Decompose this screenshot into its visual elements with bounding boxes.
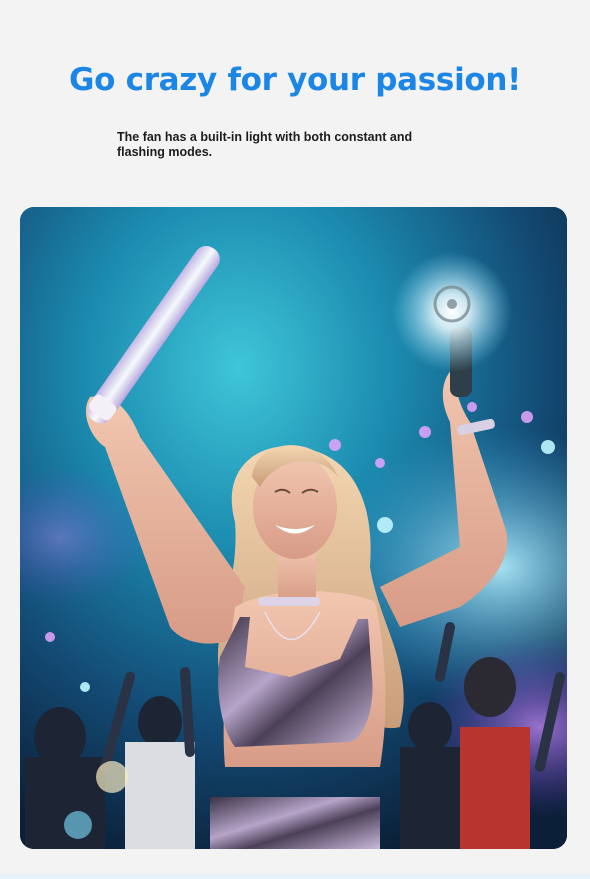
headline: Go crazy for your passion! bbox=[68, 62, 522, 98]
bottom-divider bbox=[0, 873, 590, 879]
description-text: The fan has a built-in light with both c… bbox=[117, 130, 413, 159]
concert-photo bbox=[20, 207, 567, 849]
